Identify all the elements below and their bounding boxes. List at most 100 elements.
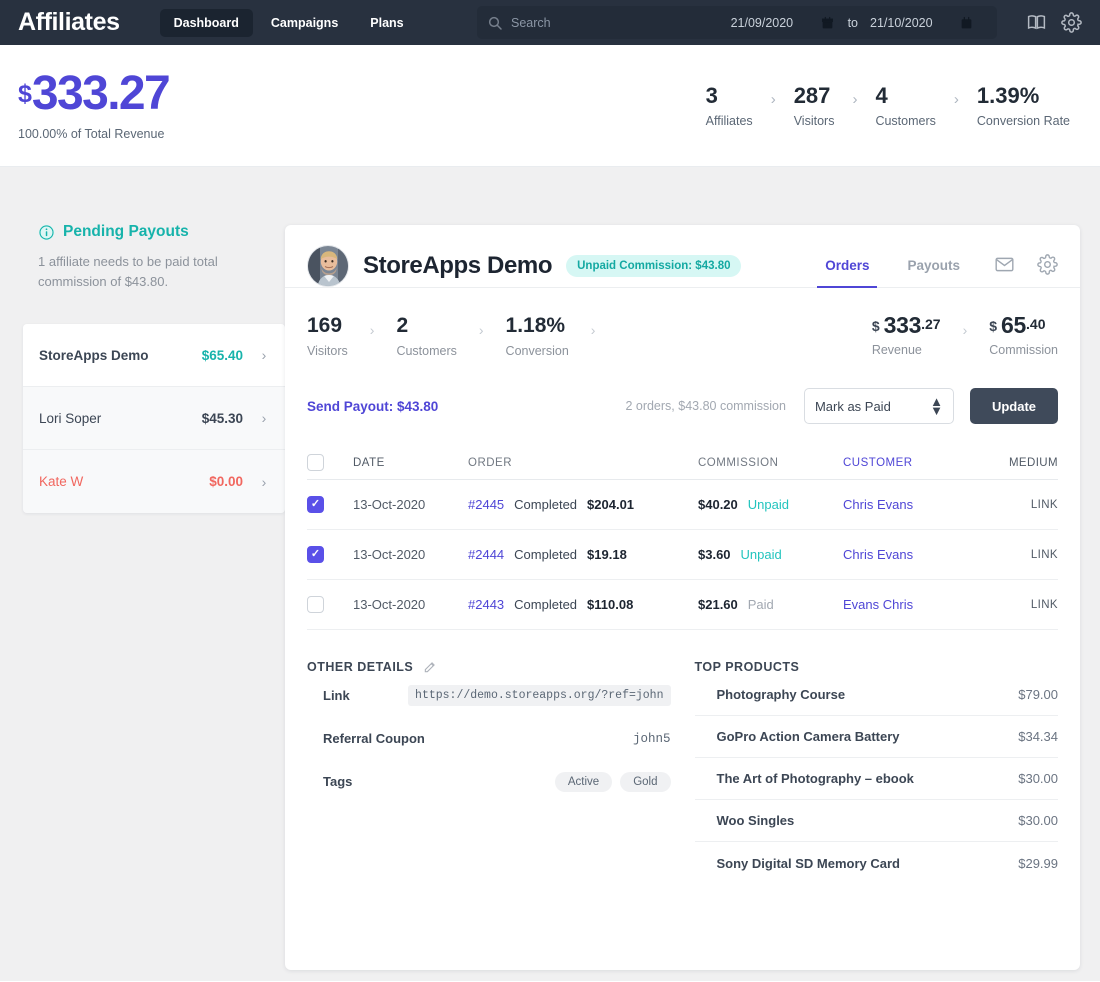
info-icon xyxy=(38,224,55,241)
list-item[interactable]: Photography Course $79.00 xyxy=(695,674,1059,716)
detail-row-tags: Tags Active Gold xyxy=(307,760,671,803)
gear-icon[interactable] xyxy=(1061,12,1082,33)
list-item[interactable]: StoreApps Demo $65.40 › xyxy=(23,324,285,387)
order-status: Completed xyxy=(514,497,577,512)
nav-item-plans[interactable]: Plans xyxy=(356,9,417,37)
row-checkbox[interactable] xyxy=(307,596,324,613)
detail-key: Link xyxy=(323,688,350,703)
search-and-daterange: 21/09/2020 to 21/10/2020 xyxy=(477,6,997,39)
top-navigation-bar: Affiliates Dashboard Campaigns Plans 21/… xyxy=(0,0,1100,45)
tab-payouts[interactable]: Payouts xyxy=(899,258,968,288)
card-stat-customers[interactable]: 2 Customers xyxy=(396,314,456,358)
row-checkbox[interactable] xyxy=(307,546,324,563)
tag-gold[interactable]: Gold xyxy=(620,772,670,792)
status-badge: Unpaid Commission: $43.80 xyxy=(566,255,741,277)
tag-group: Active Gold xyxy=(555,772,671,792)
total-revenue-amount: $ 333.27 xyxy=(18,70,169,118)
affiliate-name: StoreApps Demo xyxy=(39,348,149,363)
select-all-checkbox[interactable] xyxy=(307,454,324,471)
order-amount: $19.18 xyxy=(587,547,627,562)
row-select-cell xyxy=(307,496,353,513)
kpi-group: 3 Affiliates › 287 Visitors › 4 Customer… xyxy=(706,83,1070,128)
kpi-visitors[interactable]: 287 Visitors xyxy=(794,83,835,128)
list-item[interactable]: Lori Soper $45.30 › xyxy=(23,387,285,450)
tab-orders[interactable]: Orders xyxy=(817,258,877,288)
card-stat-conversion[interactable]: 1.18% Conversion xyxy=(506,314,569,358)
kpi-affiliates[interactable]: 3 Affiliates xyxy=(706,83,753,128)
edit-icon[interactable] xyxy=(423,660,437,674)
chevron-right-icon: › xyxy=(963,319,968,338)
cell-commission: $3.60 Unpaid xyxy=(698,547,843,562)
affiliate-amount: $45.30 xyxy=(202,411,243,426)
chevron-right-icon: › xyxy=(479,319,484,338)
commission-amount: $40.20 xyxy=(698,497,738,512)
card-stat-commission[interactable]: $ 65 .40 Commission xyxy=(989,314,1058,357)
nav-item-campaigns[interactable]: Campaigns xyxy=(257,9,352,37)
card-tabs: Orders Payouts xyxy=(817,244,1058,288)
product-price: $79.00 xyxy=(1018,687,1058,702)
list-item[interactable]: Kate W $0.00 › xyxy=(23,450,285,513)
list-item[interactable]: Sony Digital SD Memory Card $29.99 xyxy=(695,842,1059,884)
list-item[interactable]: GoPro Action Camera Battery $34.34 xyxy=(695,716,1059,758)
stat-value: 1.18% xyxy=(506,314,569,338)
affiliate-detail-card: StoreApps Demo Unpaid Commission: $43.80… xyxy=(285,225,1080,970)
search-icon xyxy=(487,15,503,31)
tag-active[interactable]: Active xyxy=(555,772,612,792)
top-products-panel: TOP PRODUCTS Photography Course $79.00 G… xyxy=(695,660,1059,884)
column-header-medium: MEDIUM xyxy=(993,457,1058,469)
bulk-action-select[interactable]: Mark as Paid ▲▼ xyxy=(804,388,954,424)
product-price: $34.34 xyxy=(1018,729,1058,744)
chevron-updown-icon: ▲▼ xyxy=(930,397,943,416)
column-header-order: ORDER xyxy=(468,457,698,469)
detail-value-link[interactable]: https://demo.storeapps.org/?ref=john xyxy=(408,685,670,706)
detail-row-link: Link https://demo.storeapps.org/?ref=joh… xyxy=(307,674,671,717)
kpi-label: Visitors xyxy=(794,114,835,128)
date-range-group: 21/09/2020 to 21/10/2020 xyxy=(731,16,987,30)
selected-orders-info: 2 orders, $43.80 commission xyxy=(625,399,786,413)
mail-icon[interactable] xyxy=(994,254,1015,275)
cell-customer[interactable]: Chris Evans xyxy=(843,547,993,562)
list-item[interactable]: Woo Singles $30.00 xyxy=(695,800,1059,842)
product-name: Photography Course xyxy=(717,687,846,702)
card-stat-visitors[interactable]: 169 Visitors xyxy=(307,314,348,358)
cell-commission: $21.60 Paid xyxy=(698,597,843,612)
order-status: Completed xyxy=(514,597,577,612)
cell-medium: LINK xyxy=(993,499,1058,511)
nav-item-dashboard[interactable]: Dashboard xyxy=(160,9,253,37)
row-checkbox[interactable] xyxy=(307,496,324,513)
revenue-amount: $ 333 .27 xyxy=(872,314,941,337)
currency-symbol: $ xyxy=(18,82,32,107)
commission-status: Unpaid xyxy=(748,497,789,512)
commission-amount: $21.60 xyxy=(698,597,738,612)
order-number-link[interactable]: #2445 xyxy=(468,497,504,512)
chevron-right-icon: › xyxy=(370,319,375,338)
list-item[interactable]: The Art of Photography – ebook $30.00 xyxy=(695,758,1059,800)
card-stat-revenue[interactable]: $ 333 .27 Revenue xyxy=(872,314,941,357)
cell-customer[interactable]: Evans Chris xyxy=(843,597,993,612)
kpi-conversion-rate[interactable]: 1.39% Conversion Rate xyxy=(977,83,1070,128)
order-amount: $204.01 xyxy=(587,497,634,512)
search-input[interactable] xyxy=(511,16,661,30)
date-to-value[interactable]: 21/10/2020 xyxy=(870,16,958,30)
stat-label: Revenue xyxy=(872,343,941,357)
panel-title: TOP PRODUCTS xyxy=(695,660,800,674)
revenue-summary-bar: $ 333.27 100.00% of Total Revenue 3 Affi… xyxy=(0,45,1100,167)
kpi-customers[interactable]: 4 Customers xyxy=(875,83,935,128)
amount-decimal: .40 xyxy=(1026,316,1045,332)
gear-icon[interactable] xyxy=(1037,254,1058,275)
amount-integer: 333 xyxy=(884,314,921,337)
book-icon[interactable] xyxy=(1026,12,1047,33)
detail-key: Tags xyxy=(323,774,352,789)
calendar-icon[interactable] xyxy=(821,16,834,30)
cell-customer[interactable]: Chris Evans xyxy=(843,497,993,512)
send-payout-link[interactable]: Send Payout: $43.80 xyxy=(307,399,438,414)
order-number-link[interactable]: #2444 xyxy=(468,547,504,562)
date-from-value[interactable]: 21/09/2020 xyxy=(731,16,819,30)
update-button[interactable]: Update xyxy=(970,388,1058,424)
stat-value: 2 xyxy=(396,314,456,338)
product-name: Woo Singles xyxy=(717,813,795,828)
product-price: $29.99 xyxy=(1018,856,1058,871)
stat-label: Customers xyxy=(396,344,456,358)
order-number-link[interactable]: #2443 xyxy=(468,597,504,612)
calendar-icon[interactable] xyxy=(960,16,973,30)
